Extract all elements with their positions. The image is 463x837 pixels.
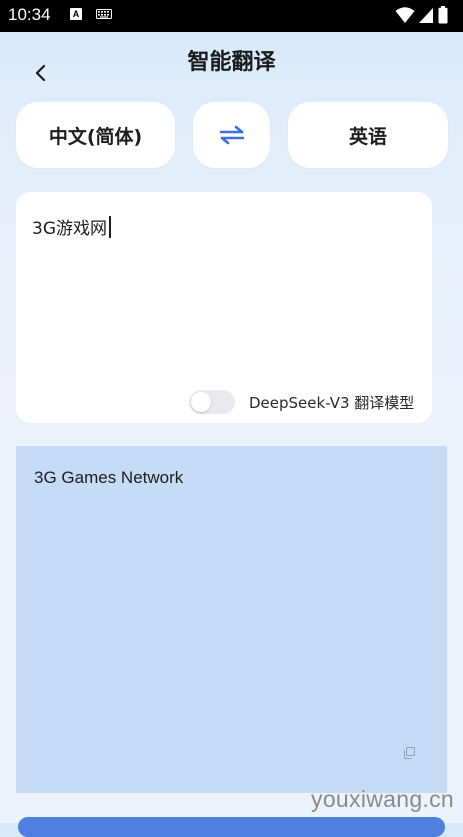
translation-result-card: 3G Games Network	[16, 446, 447, 793]
source-language-label: 中文(简体)	[48, 125, 143, 148]
source-text-value: 3G游戏网	[32, 219, 107, 239]
page-title: 智能翻译	[187, 50, 276, 75]
header: 智能翻译	[0, 32, 463, 92]
watermark: youxiwang.cn	[311, 786, 454, 812]
battery-icon	[438, 6, 448, 24]
model-toggle-switch[interactable]	[189, 390, 235, 414]
translation-result-text: 3G Games Network	[34, 468, 184, 487]
target-language-label: 英语	[348, 125, 387, 148]
status-right-icons	[395, 6, 455, 26]
source-language-button[interactable]: 中文(简体)	[16, 102, 175, 168]
toggle-knob	[191, 392, 211, 412]
status-bar: 10:34 A	[0, 0, 463, 32]
translate-button[interactable]	[18, 817, 445, 837]
status-time: 10:34	[8, 5, 51, 24]
language-selector-row: 中文(简体) 英语	[16, 102, 448, 168]
model-label: DeepSeek-V3 翻译模型	[249, 394, 415, 412]
signal-icon	[419, 8, 433, 23]
keyboard-icon	[96, 9, 112, 19]
swap-arrows-icon	[219, 125, 244, 145]
source-text-input[interactable]: 3G游戏网	[32, 214, 111, 239]
wifi-icon	[395, 7, 415, 23]
source-text-card[interactable]: 3G游戏网 DeepSeek-V3 翻译模型	[16, 192, 432, 423]
text-caret	[109, 216, 111, 238]
a-notification-icon: A	[70, 8, 82, 20]
copy-icon[interactable]	[402, 746, 416, 760]
swap-languages-button[interactable]	[193, 102, 270, 168]
target-language-button[interactable]: 英语	[288, 102, 448, 168]
